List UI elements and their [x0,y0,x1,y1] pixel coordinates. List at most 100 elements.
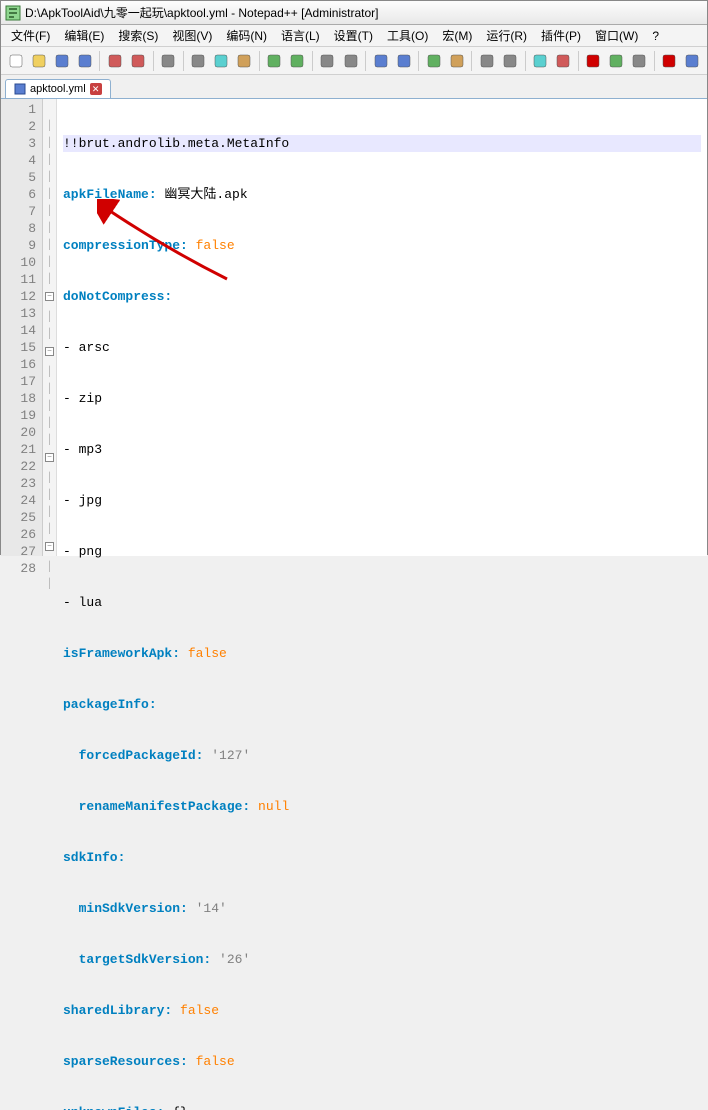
close-icon [107,53,123,69]
copy-button[interactable] [211,50,232,72]
fold-line: │ [43,237,56,254]
close-icon[interactable]: ✕ [90,83,102,95]
fold-toggle[interactable]: − [45,347,54,356]
code-line: unknownFiles: {} [63,1104,701,1110]
code-line: !!brut.androlib.meta.MetaInfo [63,135,701,152]
save-all-icon [77,53,93,69]
menu-macro[interactable]: 宏(M) [436,25,478,46]
code-line: sdkInfo: [63,849,701,866]
sync-button[interactable] [423,50,444,72]
show-all-button[interactable] [476,50,497,72]
undo-button[interactable] [264,50,285,72]
menu-search[interactable]: 搜索(S) [112,25,164,46]
separator [99,51,100,71]
line-number: 10 [3,254,36,271]
cut-button[interactable] [188,50,209,72]
line-number: 3 [3,135,36,152]
editor: 1234567891011121314151617181920212223242… [1,99,707,556]
fold-line: │ [43,470,56,487]
separator [153,51,154,71]
replace-button[interactable] [340,50,361,72]
open-file-icon [31,53,47,69]
menu-file[interactable]: 文件(F) [5,25,56,46]
code-line: renameManifestPackage: null [63,798,701,815]
show-all-icon [479,53,495,69]
wrap-button[interactable] [446,50,467,72]
line-number: 12 [3,288,36,305]
code-line: apkFileName: 幽冥大陆.apk [63,186,701,203]
fold-line: │ [43,220,56,237]
paste-button[interactable] [234,50,255,72]
indent-icon [502,53,518,69]
fold-toggle[interactable]: − [45,542,54,551]
fold-line: │ [43,432,56,449]
separator [259,51,260,71]
code-line: targetSdkVersion: '26' [63,951,701,968]
menu-view[interactable]: 视图(V) [166,25,218,46]
print-button[interactable] [157,50,178,72]
line-number: 25 [3,509,36,526]
line-number: 14 [3,322,36,339]
macro-stop-button[interactable] [629,50,650,72]
fold-line: │ [43,186,56,203]
code-line: forcedPackageId: '127' [63,747,701,764]
line-number: 4 [3,152,36,169]
separator [471,51,472,71]
tab-apktool-yml[interactable]: apktool.yml ✕ [5,79,111,98]
menu-run[interactable]: 运行(R) [480,25,533,46]
menu-plugins[interactable]: 插件(P) [535,25,587,46]
line-number: 13 [3,305,36,322]
code-area[interactable]: !!brut.androlib.meta.MetaInfo apkFileNam… [57,99,707,556]
sync-icon [426,53,442,69]
menu-language[interactable]: 语言(L) [275,25,326,46]
lang-button[interactable] [553,50,574,72]
close-button[interactable] [104,50,125,72]
fold-toggle[interactable]: − [45,292,54,301]
line-number: 17 [3,373,36,390]
indent-button[interactable] [499,50,520,72]
line-number: 28 [3,560,36,577]
close-all-button[interactable] [127,50,148,72]
zoom-in-button[interactable] [370,50,391,72]
menu-edit[interactable]: 编辑(E) [58,25,110,46]
fold-toggle[interactable]: − [45,453,54,462]
record-button[interactable] [659,50,680,72]
fold-line: │ [43,381,56,398]
fold-button[interactable] [529,50,550,72]
fold-line: │ [43,364,56,381]
menu-window[interactable]: 窗口(W) [589,25,644,46]
fold-line: │ [43,398,56,415]
code-line: compressionType: false [63,237,701,254]
zoom-out-button[interactable] [393,50,414,72]
menu-encoding[interactable]: 编码(N) [220,25,273,46]
titlebar: D:\ApkToolAid\九零一起玩\apktool.yml - Notepa… [1,1,707,25]
line-number: 26 [3,526,36,543]
file-icon [14,83,26,95]
find-button[interactable] [317,50,338,72]
code-line: sharedLibrary: false [63,1002,701,1019]
open-file-button[interactable] [28,50,49,72]
menu-settings[interactable]: 设置(T) [328,25,379,46]
line-number-gutter: 1234567891011121314151617181920212223242… [1,99,43,556]
zoom-in-icon [373,53,389,69]
separator [365,51,366,71]
menubar: 文件(F) 编辑(E) 搜索(S) 视图(V) 编码(N) 语言(L) 设置(T… [1,25,707,47]
stop-icon [684,53,700,69]
macro-play-button[interactable] [606,50,627,72]
save-button[interactable] [51,50,72,72]
save-all-button[interactable] [74,50,95,72]
redo-button[interactable] [287,50,308,72]
menu-help[interactable]: ? [646,27,665,45]
line-number: 22 [3,458,36,475]
fold-line: │ [43,576,56,593]
macro-rec-button[interactable] [583,50,604,72]
copy-icon [213,53,229,69]
macro-play-icon [608,53,624,69]
stop-button[interactable] [682,50,703,72]
line-number: 27 [3,543,36,560]
fold-line: │ [43,254,56,271]
code-line: - arsc [63,339,701,356]
menu-tools[interactable]: 工具(O) [381,25,434,46]
fold-line: │ [43,135,56,152]
new-file-button[interactable] [5,50,26,72]
